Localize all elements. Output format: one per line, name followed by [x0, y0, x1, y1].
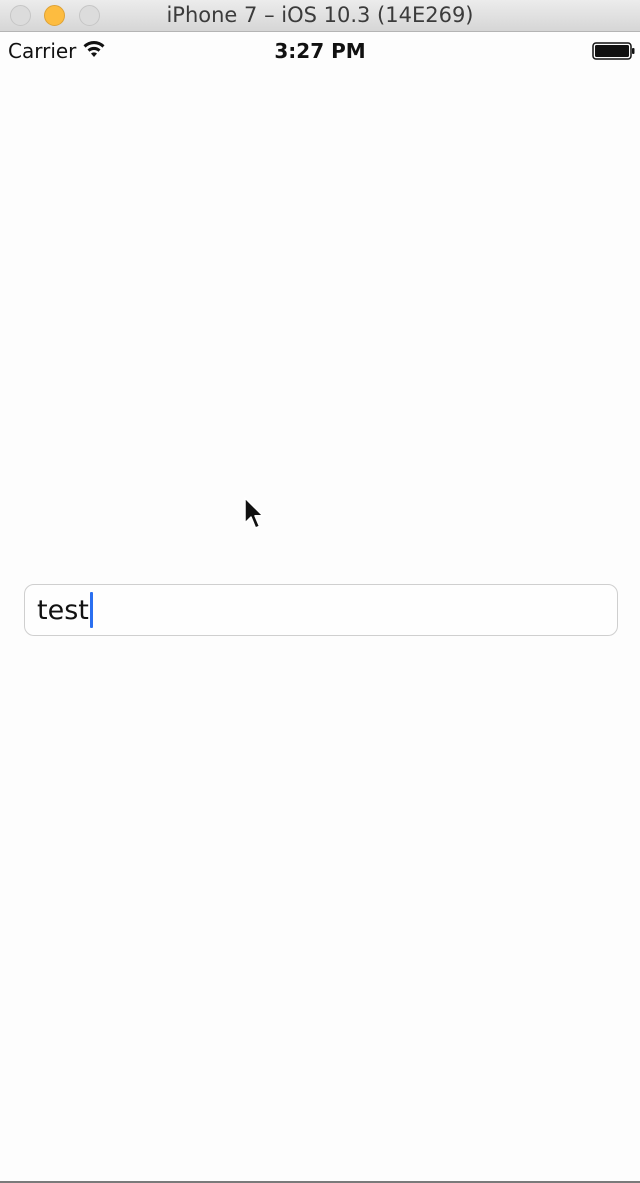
ios-status-bar: Carrier 3:27 PM: [0, 32, 640, 68]
mouse-pointer-icon: [244, 497, 264, 529]
window-title: iPhone 7 – iOS 10.3 (14E269): [166, 3, 474, 27]
status-time: 3:27 PM: [274, 39, 366, 63]
text-caret: [89, 592, 93, 628]
text-input-field[interactable]: test: [24, 584, 618, 636]
simulator-title-bar: iPhone 7 – iOS 10.3 (14E269): [0, 0, 640, 32]
battery-icon: [592, 42, 635, 60]
app-screen: test: [0, 68, 640, 1181]
text-input-value[interactable]: test: [37, 595, 89, 626]
